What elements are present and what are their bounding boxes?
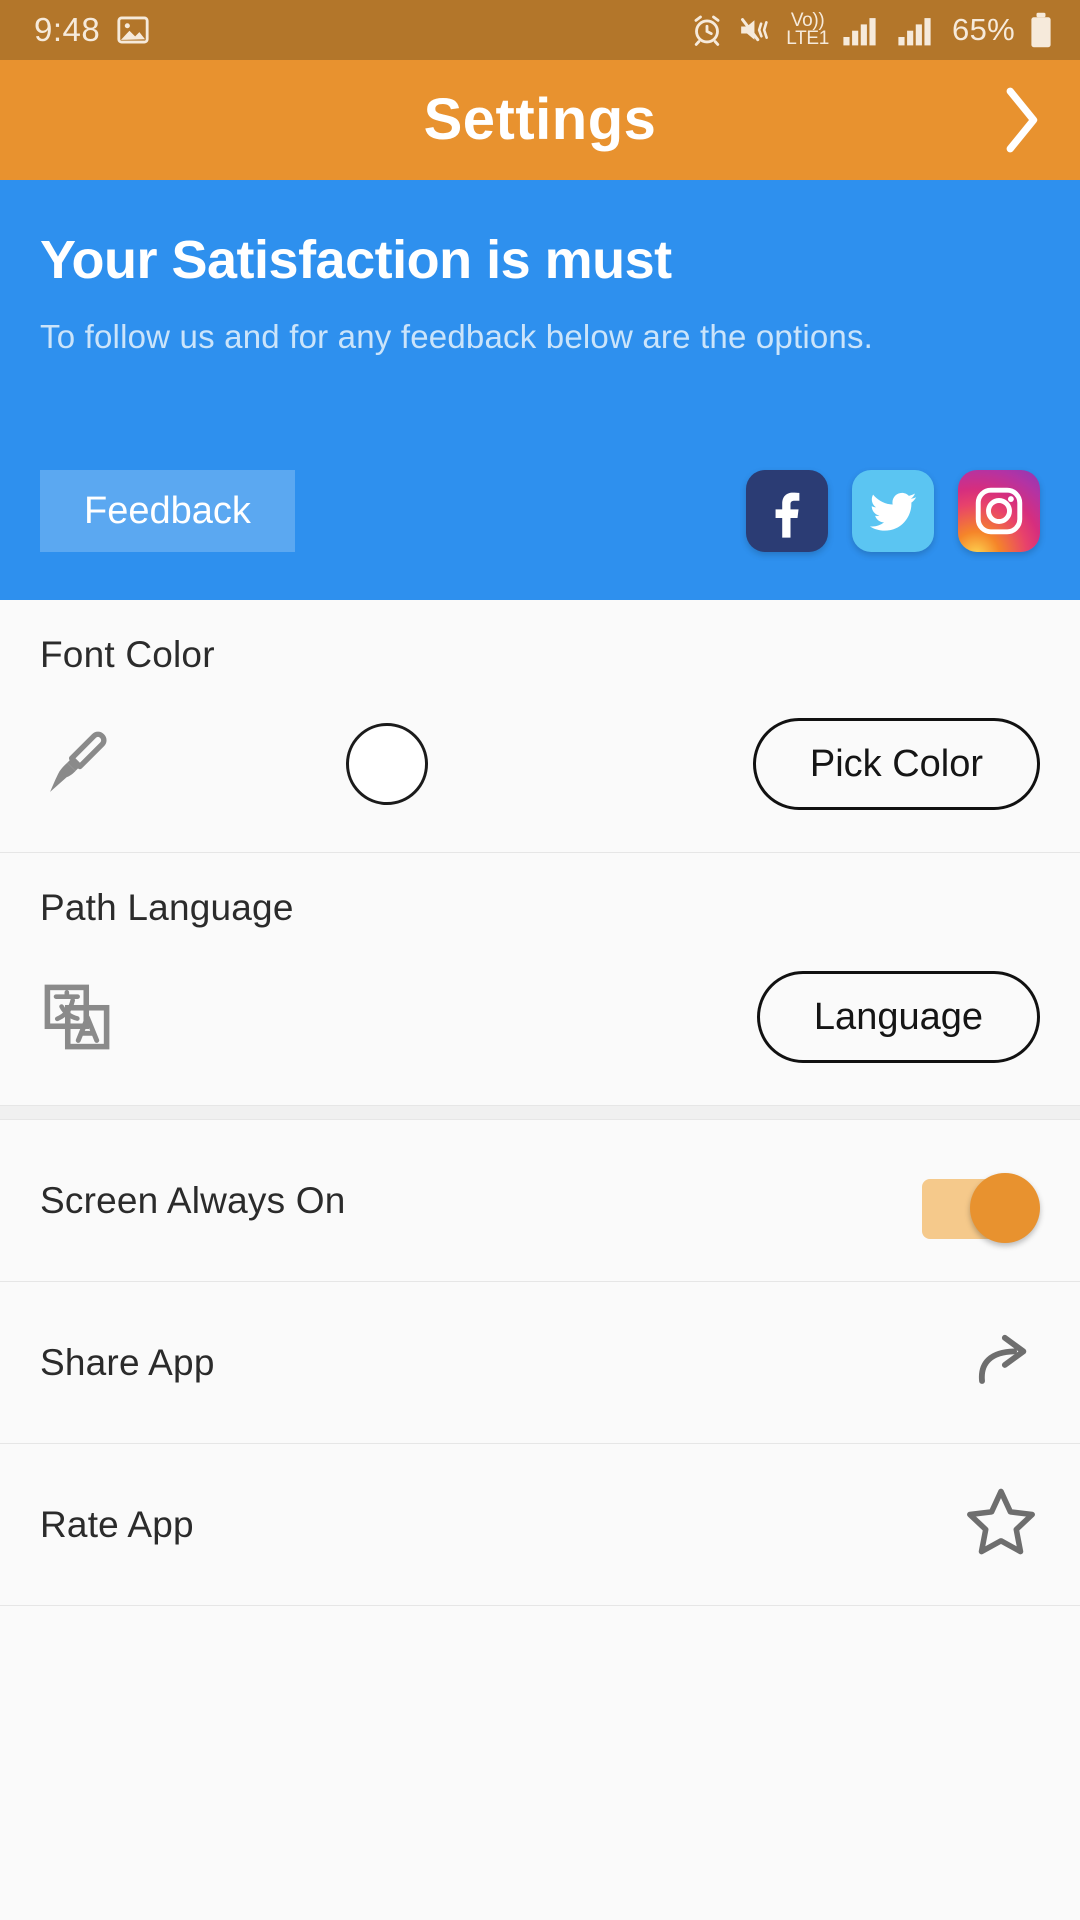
instagram-icon[interactable]: [958, 470, 1040, 552]
share-app-control: [966, 1323, 1040, 1402]
mute-vibrate-icon: [737, 13, 773, 47]
color-swatch[interactable]: [346, 723, 428, 805]
alarm-clock-icon: [690, 13, 724, 47]
path-language-controls: Language: [40, 963, 1040, 1071]
battery-percent-label: 65%: [952, 12, 1015, 47]
status-bar-left: 9:48: [34, 11, 150, 49]
status-time: 9:48: [34, 11, 101, 48]
volte-sublabel: LTE1: [786, 28, 830, 49]
promo-banner: Your Satisfaction is must To follow us a…: [0, 180, 1080, 600]
settings-row-path-language[interactable]: Path Language Language: [0, 853, 1080, 1106]
settings-row-share-app[interactable]: Share App: [0, 1282, 1080, 1444]
toggle-thumb: [970, 1172, 1040, 1243]
page-title: Settings: [423, 87, 657, 152]
chevron-right-icon[interactable]: [986, 85, 1056, 155]
screen-always-on-control: [922, 1172, 1040, 1243]
signal-bars-icon: [842, 13, 884, 47]
font-color-label: Font Color: [40, 634, 215, 675]
font-color-controls: Pick Color: [40, 710, 1040, 818]
promo-actions: Feedback: [40, 470, 1040, 552]
settings-list: Font Color Pick Color Path Language Lang…: [0, 600, 1080, 1606]
app-bar: Settings: [0, 60, 1080, 180]
paintbrush-icon: [40, 726, 130, 802]
screen-always-on-label: Screen Always On: [40, 1179, 346, 1221]
screen-always-on-toggle[interactable]: [922, 1172, 1040, 1243]
language-button[interactable]: Language: [756, 971, 1040, 1063]
signal-bars-icon: [897, 13, 939, 47]
facebook-icon[interactable]: [746, 470, 828, 552]
status-bar: 9:48 Vo)) LTE1 65%: [0, 0, 1080, 60]
path-language-label: Path Language: [40, 887, 294, 928]
status-bar-right: Vo)) LTE1 65%: [690, 11, 1054, 49]
share-app-label: Share App: [40, 1341, 215, 1383]
settings-row-screen-always-on[interactable]: Screen Always On: [0, 1120, 1080, 1282]
battery-icon: [1028, 12, 1054, 48]
settings-row-rate-app[interactable]: Rate App: [0, 1444, 1080, 1606]
social-links: [746, 470, 1040, 552]
translate-icon: [40, 980, 130, 1054]
star-outline-icon[interactable]: [962, 1483, 1040, 1566]
rate-app-control: [962, 1483, 1040, 1566]
twitter-icon[interactable]: [852, 470, 934, 552]
feedback-button[interactable]: Feedback: [40, 470, 295, 552]
share-arrow-icon[interactable]: [966, 1323, 1040, 1402]
section-divider: [0, 1106, 1080, 1120]
image-icon: [116, 13, 150, 47]
promo-title: Your Satisfaction is must: [40, 230, 672, 290]
settings-row-font-color[interactable]: Font Color Pick Color: [0, 600, 1080, 853]
volte-icon: Vo)) LTE1: [786, 11, 830, 49]
pick-color-button[interactable]: Pick Color: [752, 718, 1040, 810]
rate-app-label: Rate App: [40, 1503, 194, 1545]
promo-subtitle: To follow us and for any feedback below …: [40, 317, 874, 355]
